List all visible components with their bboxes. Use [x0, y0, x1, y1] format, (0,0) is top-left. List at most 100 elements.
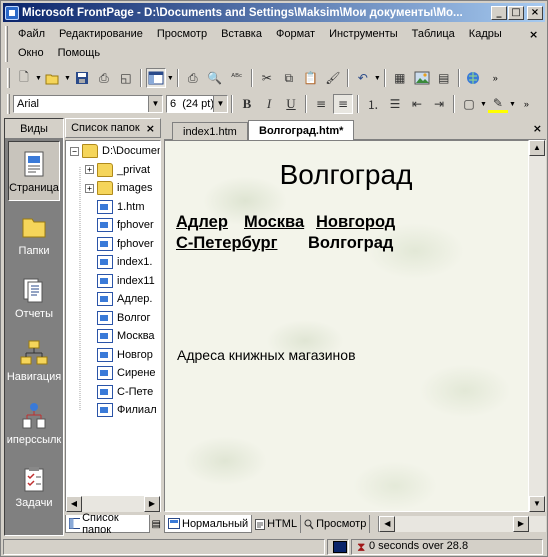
insert-table-icon[interactable]: ▦ — [390, 68, 410, 88]
folder-list-item[interactable]: Адлер. — [85, 290, 152, 308]
folder-list-item[interactable]: Москва — [85, 327, 155, 345]
scroll-down-button[interactable]: ▼ — [529, 496, 545, 512]
menu-item-1[interactable]: Редактирование — [52, 28, 150, 40]
view-hyperlinks[interactable]: иперссылк — [5, 392, 63, 455]
decrease-indent-icon[interactable]: ⇤ — [407, 94, 427, 114]
scroll-up-button[interactable]: ▲ — [529, 140, 545, 156]
new-dropdown-icon[interactable]: ▼ — [35, 75, 42, 82]
document-close-icon[interactable]: × — [533, 122, 542, 135]
expander-icon[interactable]: − — [70, 146, 79, 156]
format-painter-icon[interactable]: 🖌 — [323, 68, 343, 88]
folder-list-item[interactable]: − D:\Documen — [70, 142, 160, 160]
paste-icon[interactable]: 📋 — [301, 68, 321, 88]
copy-icon[interactable]: ⧉ — [279, 68, 299, 88]
toolbar-grip[interactable] — [7, 68, 10, 88]
hyperlink-icon[interactable] — [464, 68, 484, 88]
new-page-icon[interactable]: 🗋 — [14, 68, 34, 88]
menu-close-icon[interactable]: × — [529, 28, 538, 41]
page-heading[interactable]: Волгоград — [165, 159, 527, 191]
menu-item-0[interactable]: Файл — [11, 28, 52, 40]
tab-volgograd[interactable]: Волгоград.htm* — [248, 120, 355, 140]
font-select[interactable]: Arial ▼ — [13, 95, 163, 113]
borders-icon[interactable]: ▢ — [459, 94, 479, 114]
print-preview-icon[interactable]: 🔍 — [205, 68, 225, 88]
tab-normal[interactable]: Нормальный — [164, 515, 253, 533]
menu-item-6[interactable]: Таблица — [405, 28, 462, 40]
open-icon[interactable] — [43, 68, 63, 88]
minimize-button[interactable]: _ — [491, 5, 507, 20]
view-tasks[interactable]: Задачи — [5, 455, 63, 518]
increase-indent-icon[interactable]: ⇥ — [429, 94, 449, 114]
maximize-button[interactable]: □ — [508, 5, 524, 20]
link-novgorod[interactable]: Новгород — [316, 213, 395, 232]
view-page[interactable]: Страница — [8, 141, 60, 201]
link-moskva[interactable]: Москва — [244, 213, 304, 232]
cut-icon[interactable]: ✂ — [257, 68, 277, 88]
folder-list-hscrollbar[interactable]: ◀ ▶ — [66, 496, 160, 512]
highlight-icon[interactable]: ✎ — [487, 95, 508, 113]
pane-dropdown-icon[interactable]: ▼ — [167, 75, 174, 82]
scroll-right-button[interactable]: ▶ — [144, 496, 160, 512]
font-size-select[interactable]: 6 (24 pt) ▼ — [166, 95, 228, 113]
hscroll-left-button[interactable]: ◀ — [379, 516, 396, 532]
scroll-left-button[interactable]: ◀ — [66, 496, 82, 512]
toolbar-overflow-icon[interactable]: » — [493, 73, 498, 83]
expander-icon[interactable]: + — [85, 165, 94, 174]
link-spb[interactable]: С-Петербург — [176, 234, 277, 253]
folder-list-close-icon[interactable]: × — [146, 122, 155, 135]
menu-item-row2-0[interactable]: Окно — [11, 47, 51, 59]
hscroll-right-button[interactable]: ▶ — [513, 516, 529, 532]
toggle-pane-icon[interactable] — [145, 68, 166, 88]
view-reports[interactable]: Отчеты — [5, 266, 63, 329]
page-body-text[interactable]: Адреса книжных магазинов — [177, 347, 356, 363]
folder-list-item[interactable]: С-Пете — [85, 383, 153, 401]
open-dropdown-icon[interactable]: ▼ — [64, 75, 71, 82]
bold-icon[interactable]: B — [237, 94, 257, 114]
spelling-icon[interactable]: ᴬᴮᶜ — [227, 68, 247, 88]
align-center-icon[interactable]: ≡ — [333, 94, 353, 114]
insert-component-icon[interactable]: ▤ — [434, 68, 454, 88]
current-city-text[interactable]: Волгоград — [308, 234, 393, 253]
folder-list-item[interactable]: Филиал — [85, 401, 157, 419]
editor-hscrollbar[interactable]: ◀ ▶ — [378, 516, 546, 532]
folder-list-item[interactable]: Новгор — [85, 346, 153, 364]
folder-list-item[interactable]: index11 — [85, 272, 155, 290]
frontpage-app-icon[interactable] — [5, 5, 19, 20]
undo-icon[interactable]: ↶ — [353, 68, 373, 88]
menu-item-row2-1[interactable]: Помощь — [51, 47, 108, 59]
save-icon[interactable] — [72, 68, 92, 88]
toolbar-overflow-icon[interactable]: » — [524, 99, 529, 109]
menu-item-3[interactable]: Вставка — [214, 28, 269, 40]
tab-preview[interactable]: Просмотр — [301, 515, 371, 533]
view-folders[interactable]: Папки — [5, 203, 63, 266]
tab-index1[interactable]: index1.htm — [172, 122, 248, 140]
link-adler[interactable]: Адлер — [176, 213, 228, 232]
align-left-icon[interactable]: ≡ — [311, 94, 331, 114]
page-canvas[interactable]: Волгоград Адлер Москва Новгород С-Петерб… — [164, 140, 529, 512]
folder-list-item[interactable]: fphover — [85, 235, 154, 253]
expander-icon[interactable]: + — [85, 183, 94, 193]
insert-image-icon[interactable] — [412, 68, 432, 88]
menu-grip[interactable] — [5, 26, 8, 62]
close-button[interactable]: × — [527, 5, 543, 20]
editor-vscrollbar[interactable]: ▲ ▼ — [529, 140, 546, 512]
italic-icon[interactable]: I — [259, 94, 279, 114]
print-icon[interactable]: ⎙ — [183, 68, 203, 88]
folder-list-item[interactable]: Волгог — [85, 309, 151, 327]
font-dropdown-icon[interactable]: ▼ — [148, 96, 162, 112]
numbered-list-icon[interactable]: ⒈ — [363, 94, 383, 114]
folder-list-item[interactable]: + images — [85, 179, 152, 197]
tab-folder-list[interactable]: Список папок — [65, 512, 150, 536]
tab-html[interactable]: HTML — [252, 515, 302, 533]
folder-list-item[interactable]: fphover — [85, 216, 154, 234]
menu-item-2[interactable]: Просмотр — [150, 28, 214, 40]
bullet-list-icon[interactable]: ☰ — [385, 94, 405, 114]
toolbar-grip[interactable] — [7, 94, 10, 114]
menu-item-7[interactable]: Кадры — [462, 28, 509, 40]
menu-item-5[interactable]: Инструменты — [322, 28, 405, 40]
web-icon[interactable]: ◱ — [116, 68, 136, 88]
folder-list-item[interactable]: 1.htm — [85, 198, 145, 216]
font-size-dropdown-icon[interactable]: ▼ — [213, 96, 227, 112]
folder-list-item[interactable]: Сирене — [85, 364, 156, 382]
borders-dropdown-icon[interactable]: ▼ — [480, 101, 487, 108]
